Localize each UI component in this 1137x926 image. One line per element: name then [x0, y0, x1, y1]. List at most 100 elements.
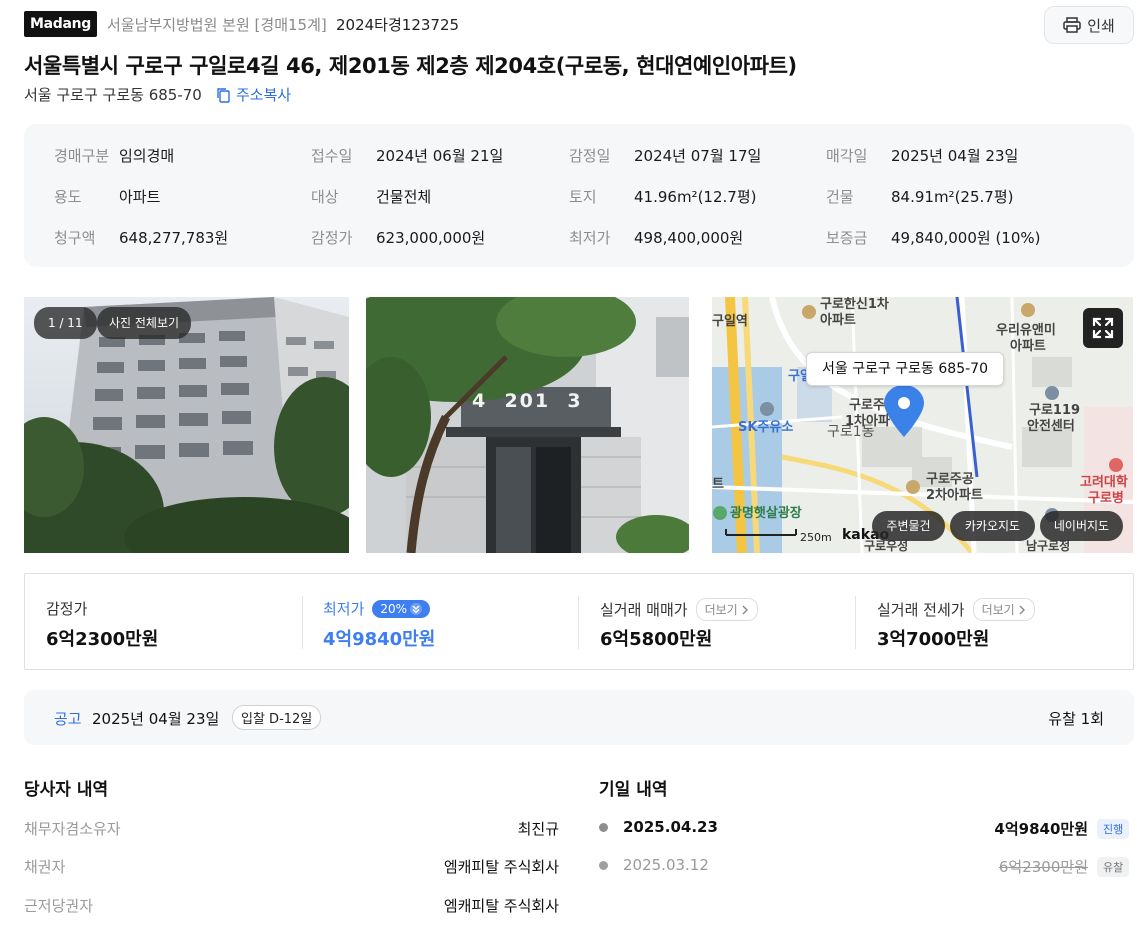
info-value: 41.96m²(12.7평) — [634, 188, 757, 206]
minimum-price-label: 최저가 20% — [323, 598, 431, 619]
jeonse-label-text: 실거래 전세가 — [877, 601, 965, 619]
copy-address-label: 주소복사 — [236, 86, 292, 104]
jeonse-more-text: 더보기 — [981, 603, 1015, 617]
map-label: 고려대학 — [1080, 475, 1128, 490]
map-label: 구로119 — [1029, 403, 1081, 418]
trade-label-text: 실거래 매매가 — [600, 601, 688, 619]
expand-icon — [1092, 317, 1114, 339]
photo-counter: 1 / 11 — [34, 307, 97, 339]
price-summary-panel: 감정가 6억2300만원 최저가 20% 4억9840만원 실거래 매매가 더보… — [24, 573, 1134, 670]
info-value: 2025년 04월 23일 — [891, 147, 1019, 165]
map-label: SK주유소 — [738, 420, 794, 435]
jeonse-price-label: 실거래 전세가 더보기 — [877, 598, 1035, 621]
auction-info-panel: 경매구분 임의경매 접수일 2024년 06월 21일 감정일 2024년 07… — [24, 124, 1134, 267]
history-dot — [599, 861, 608, 870]
notice-date: 2025년 04월 23일 — [92, 710, 220, 728]
info-label: 대상 — [311, 188, 339, 206]
minimum-label-text: 최저가 — [323, 600, 365, 618]
party-value: 엠캐피탈 주식회사 — [443, 858, 559, 876]
building-number-sign: 4 201 3 — [472, 390, 583, 412]
map-label: 구일역 — [712, 314, 748, 329]
history-date: 2025.03.12 — [623, 856, 709, 874]
map-label: 구로주 — [849, 398, 885, 413]
map-label: 우리유앤미 — [996, 323, 1056, 338]
info-value: 건물전체 — [376, 188, 432, 206]
map-label: 남구로정 — [1026, 539, 1071, 553]
trade-price-value: 6억5800만원 — [600, 629, 713, 650]
info-value: 임의경매 — [119, 147, 175, 165]
building-photo-main[interactable]: 1 / 11 사진 전체보기 — [24, 297, 349, 553]
chevron-right-icon — [1019, 605, 1025, 614]
trade-more-text: 더보기 — [704, 603, 738, 617]
info-label: 감정가 — [311, 229, 353, 247]
map-label: 구로1동 — [827, 424, 875, 440]
lot-address: 서울 구로구 구로동 685-70 — [24, 86, 202, 104]
minimum-percent-badge: 20% — [372, 599, 431, 618]
view-all-photos-button[interactable]: 사진 전체보기 — [97, 307, 192, 339]
copy-address-button[interactable]: 주소복사 — [216, 84, 291, 105]
nearby-listings-button[interactable]: 주변물건 — [872, 511, 945, 541]
history-price: 4억9840만원 — [994, 820, 1088, 838]
divider — [578, 596, 579, 649]
map-label: 구로우성 — [864, 539, 909, 553]
map-label: 구로병 — [1088, 491, 1124, 506]
status-badge: 진행 — [1097, 819, 1130, 839]
info-label: 접수일 — [311, 147, 353, 165]
madang-logo[interactable]: Madang — [24, 11, 97, 37]
double-chevron-down-icon — [410, 602, 423, 615]
info-label: 청구액 — [54, 229, 96, 247]
map-label: 광명햇살광장 — [730, 506, 802, 521]
info-value: 2024년 07월 17일 — [634, 147, 762, 165]
info-label: 경매구분 — [54, 147, 110, 165]
bid-dday-badge: 입찰 D-12일 — [232, 705, 322, 730]
map-expand-button[interactable] — [1083, 308, 1123, 348]
map-scale-label: 250m — [800, 531, 832, 544]
info-label: 보증금 — [826, 229, 868, 247]
info-label: 최저가 — [569, 229, 611, 247]
info-value: 623,000,000원 — [376, 229, 486, 247]
entrance-image — [366, 297, 689, 553]
info-label: 용도 — [54, 188, 82, 206]
fail-count: 유찰 1회 — [1048, 710, 1104, 728]
notice-bar: 공고 2025년 04월 23일 입찰 D-12일 유찰 1회 — [24, 690, 1134, 745]
location-map[interactable]: 구로한신1차 아파트 구일역 우리유앤미 아파트 구일 구로주 1차아파 구로1… — [712, 297, 1133, 553]
info-value: 2024년 06월 21일 — [376, 147, 504, 165]
info-label: 토지 — [569, 188, 597, 206]
map-address-tooltip: 서울 구로구 구로동 685-70 — [806, 352, 1004, 386]
jeonse-more-button[interactable]: 더보기 — [972, 598, 1035, 621]
info-value: 아파트 — [119, 188, 161, 206]
map-label: 트 — [712, 477, 724, 492]
jeonse-price-value: 3억7000만원 — [877, 629, 990, 650]
history-price: 6억2300만원 — [998, 858, 1088, 876]
case-number: 2024타경123725 — [336, 16, 460, 34]
print-label: 인쇄 — [1087, 16, 1115, 35]
info-value: 49,840,000원 (10%) — [891, 229, 1041, 247]
appraisal-label-text: 감정가 — [46, 600, 88, 618]
status-badge: 유찰 — [1097, 857, 1130, 877]
appraisal-price-label: 감정가 — [46, 598, 87, 619]
map-label: 구로한신1차 — [820, 297, 889, 312]
minimum-percent-text: 20% — [380, 601, 408, 616]
appraisal-price-value: 6억2300만원 — [46, 629, 159, 650]
party-value: 최진규 — [517, 820, 559, 838]
naver-map-button[interactable]: 네이버지도 — [1040, 511, 1123, 541]
copy-icon — [217, 87, 230, 103]
printer-icon — [1063, 17, 1081, 33]
kakao-map-button[interactable]: 카카오지도 — [950, 511, 1035, 541]
notice-label: 공고 — [54, 710, 82, 728]
trade-more-button[interactable]: 더보기 — [695, 598, 758, 621]
building-entrance-photo[interactable]: 4 201 3 — [366, 297, 689, 553]
map-label: 아파트 — [1010, 339, 1046, 354]
print-button[interactable]: 인쇄 — [1044, 6, 1134, 44]
property-title: 서울특별시 구로구 구일로4길 46, 제201동 제2층 제204호(구로동,… — [24, 54, 797, 78]
party-label: 근저당권자 — [24, 897, 94, 915]
history-section-title: 기일 내역 — [599, 780, 668, 800]
divider — [302, 596, 303, 649]
party-label: 채무자겸소유자 — [24, 820, 121, 838]
map-label: 안전센터 — [1027, 419, 1075, 434]
info-value: 498,400,000원 — [634, 229, 744, 247]
parties-section-title: 당사자 내역 — [24, 780, 109, 800]
info-value: 84.91m²(25.7평) — [891, 188, 1014, 206]
chevron-right-icon — [742, 605, 748, 614]
info-label: 감정일 — [569, 147, 611, 165]
